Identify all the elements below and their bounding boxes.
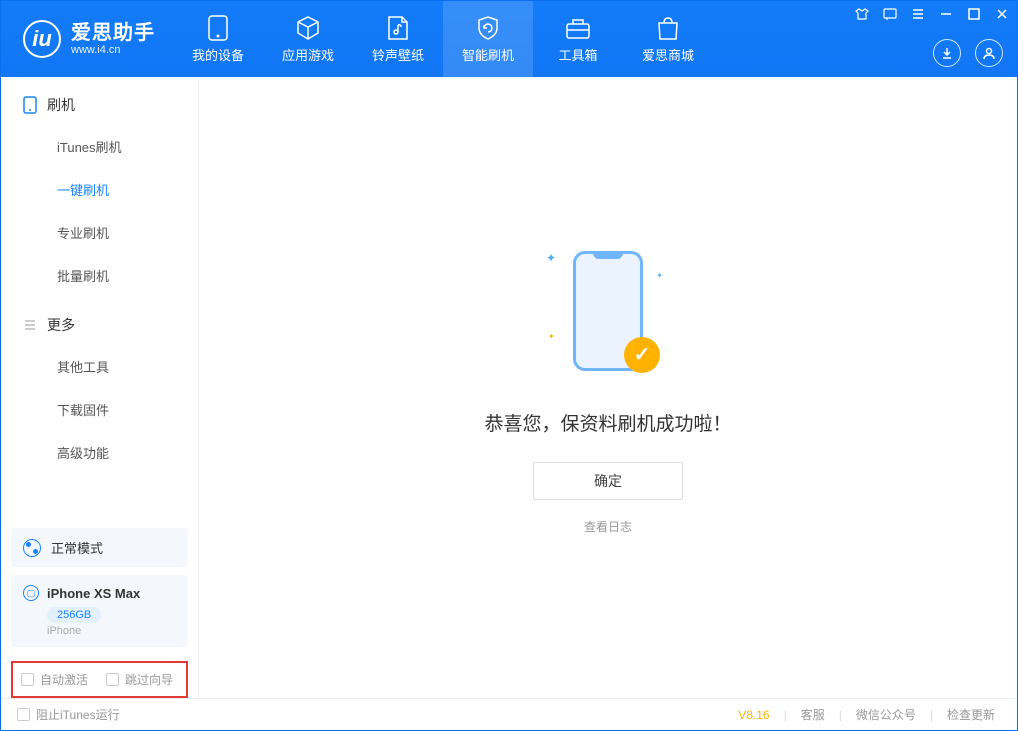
nav-tab-apps[interactable]: 应用游戏 bbox=[263, 1, 353, 77]
checkbox-auto-activate[interactable]: 自动激活 bbox=[21, 671, 88, 688]
nav-label: 应用游戏 bbox=[282, 45, 334, 64]
sidebar-item-firmware[interactable]: 下载固件 bbox=[1, 388, 198, 431]
logo-text: 爱思助手 www.i4.cn bbox=[71, 22, 155, 56]
cube-icon bbox=[295, 15, 321, 41]
minimize-button[interactable] bbox=[939, 7, 953, 21]
music-file-icon bbox=[385, 15, 411, 41]
logo-icon: iu bbox=[23, 20, 61, 58]
checkbox-block-itunes[interactable]: 阻止iTunes运行 bbox=[17, 706, 120, 723]
sidebar-item-oneclick[interactable]: 一键刷机 bbox=[1, 168, 198, 211]
success-message: 恭喜您，保资料刷机成功啦！ bbox=[484, 409, 731, 436]
menu-icon[interactable] bbox=[911, 7, 925, 21]
sparkle-icon: ✦ bbox=[656, 271, 663, 280]
footer-link-update[interactable]: 检查更新 bbox=[941, 706, 1001, 723]
checkbox-label: 跳过向导 bbox=[125, 671, 173, 688]
title-circle-buttons bbox=[933, 39, 1003, 67]
view-log-link[interactable]: 查看日志 bbox=[584, 518, 632, 535]
sidebar-item-itunes[interactable]: iTunes刷机 bbox=[1, 125, 198, 168]
checkbox-icon bbox=[21, 673, 34, 686]
nav-label: 工具箱 bbox=[558, 45, 597, 64]
sparkle-icon: ✦ bbox=[546, 251, 556, 265]
version-label: V8.16 bbox=[738, 708, 769, 722]
device-box[interactable]: ▢ iPhone XS Max 256GB iPhone bbox=[11, 575, 188, 647]
logo-area: iu 爱思助手 www.i4.cn bbox=[1, 1, 173, 77]
sidebar-section-flash: 刷机 bbox=[1, 77, 198, 125]
phone-icon bbox=[23, 96, 37, 114]
nav-tab-store[interactable]: 爱思商城 bbox=[623, 1, 713, 77]
phone-notch bbox=[593, 251, 623, 259]
titlebar: iu 爱思助手 www.i4.cn 我的设备 应用游戏 bbox=[1, 1, 1017, 77]
app-title: 爱思助手 bbox=[71, 22, 155, 44]
device-storage-badge: 256GB bbox=[47, 607, 101, 623]
app-url: www.i4.cn bbox=[71, 44, 155, 56]
check-circle-icon: ✓ bbox=[624, 337, 660, 373]
nav-tabs: 我的设备 应用游戏 铃声壁纸 智能刷机 bbox=[173, 1, 713, 77]
sidebar-items-more: 其他工具 下载固件 高级功能 bbox=[1, 345, 198, 474]
nav-label: 爱思商城 bbox=[642, 45, 694, 64]
sidebar-item-advanced[interactable]: 高级功能 bbox=[1, 431, 198, 474]
checkbox-icon bbox=[106, 673, 119, 686]
app-window: iu 爱思助手 www.i4.cn 我的设备 应用游戏 bbox=[0, 0, 1018, 731]
nav-tab-ringtone[interactable]: 铃声壁纸 bbox=[353, 1, 443, 77]
sidebar-item-pro[interactable]: 专业刷机 bbox=[1, 211, 198, 254]
footer-link-wechat[interactable]: 微信公众号 bbox=[850, 706, 922, 723]
nav-tab-device[interactable]: 我的设备 bbox=[173, 1, 263, 77]
list-icon bbox=[23, 318, 37, 332]
checkbox-skip-guide[interactable]: 跳过向导 bbox=[106, 671, 173, 688]
checkbox-icon bbox=[17, 708, 30, 721]
checkbox-label: 自动激活 bbox=[40, 671, 88, 688]
body-area: 刷机 iTunes刷机 一键刷机 专业刷机 批量刷机 更多 其他工具 下载固件 … bbox=[1, 77, 1017, 698]
section-title: 刷机 bbox=[47, 95, 75, 115]
sidebar: 刷机 iTunes刷机 一键刷机 专业刷机 批量刷机 更多 其他工具 下载固件 … bbox=[1, 77, 199, 698]
feedback-icon[interactable] bbox=[883, 7, 897, 21]
nav-label: 铃声壁纸 bbox=[372, 45, 424, 64]
sidebar-item-othertools[interactable]: 其他工具 bbox=[1, 345, 198, 388]
device-type: iPhone bbox=[47, 625, 176, 637]
toolbox-icon bbox=[565, 15, 591, 41]
mode-icon bbox=[23, 539, 41, 557]
section-title: 更多 bbox=[47, 315, 75, 335]
sparkle-icon: ✦ bbox=[548, 332, 555, 341]
user-button[interactable] bbox=[975, 39, 1003, 67]
shield-refresh-icon bbox=[475, 15, 501, 41]
success-illustration: ✦ ✦ ✦ ✓ bbox=[538, 241, 678, 381]
download-button[interactable] bbox=[933, 39, 961, 67]
maximize-button[interactable] bbox=[967, 7, 981, 21]
window-controls bbox=[855, 7, 1009, 21]
bag-icon bbox=[655, 15, 681, 41]
shirt-icon[interactable] bbox=[855, 7, 869, 21]
confirm-button[interactable]: 确定 bbox=[533, 462, 683, 500]
nav-label: 我的设备 bbox=[192, 45, 244, 64]
nav-label: 智能刷机 bbox=[462, 45, 514, 64]
highlight-options: 自动激活 跳过向导 bbox=[11, 661, 188, 698]
mode-label: 正常模式 bbox=[51, 538, 103, 557]
close-button[interactable] bbox=[995, 7, 1009, 21]
footer-right: V8.16 | 客服 | 微信公众号 | 检查更新 bbox=[738, 706, 1001, 723]
footer-link-support[interactable]: 客服 bbox=[795, 706, 831, 723]
device-name: iPhone XS Max bbox=[47, 586, 140, 601]
device-small-icon: ▢ bbox=[23, 585, 39, 601]
sidebar-section-more: 更多 bbox=[1, 297, 198, 345]
footer: 阻止iTunes运行 V8.16 | 客服 | 微信公众号 | 检查更新 bbox=[1, 698, 1017, 730]
main-content: ✦ ✦ ✦ ✓ 恭喜您，保资料刷机成功啦！ 确定 查看日志 bbox=[199, 77, 1017, 698]
device-icon bbox=[205, 15, 231, 41]
nav-tab-flash[interactable]: 智能刷机 bbox=[443, 1, 533, 77]
sidebar-items-flash: iTunes刷机 一键刷机 专业刷机 批量刷机 bbox=[1, 125, 198, 297]
checkbox-label: 阻止iTunes运行 bbox=[36, 706, 120, 723]
sidebar-item-batch[interactable]: 批量刷机 bbox=[1, 254, 198, 297]
mode-box[interactable]: 正常模式 bbox=[11, 528, 188, 567]
nav-tab-toolbox[interactable]: 工具箱 bbox=[533, 1, 623, 77]
